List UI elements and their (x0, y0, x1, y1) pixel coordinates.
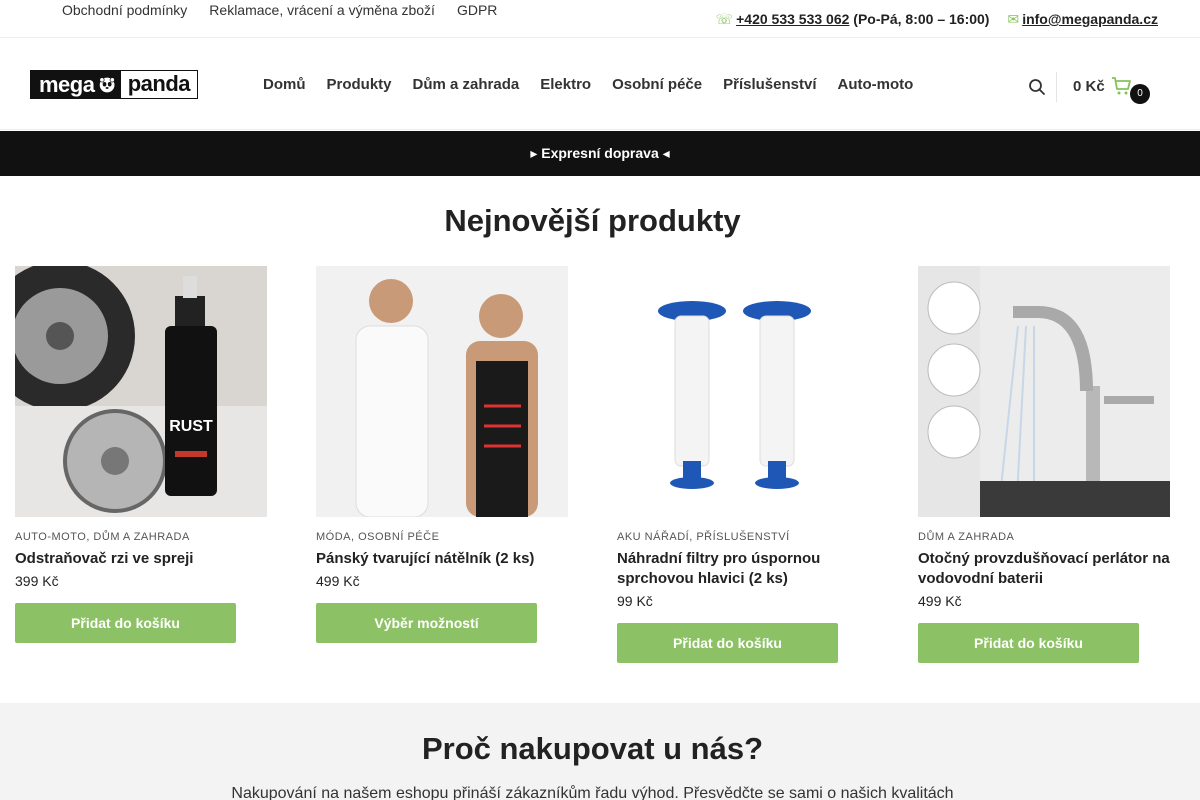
why-us-heading: Proč nakupovat u nás? (421, 731, 764, 766)
nav-accessories[interactable]: Příslušenství (723, 76, 816, 93)
header-divider (1056, 72, 1057, 102)
product-image-rust-spray[interactable]: RUST (15, 266, 267, 517)
add-to-cart-button[interactable]: Přidat do košíku (918, 623, 1139, 663)
product-title[interactable]: Otočný provzdušňovací perlátor na vodovo… (918, 549, 1170, 589)
main-nav: Domů Produkty Dům a zahrada Elektro Osob… (263, 76, 934, 93)
product-card: DŮM A ZAHRADA Otočný provzdušňovací perl… (918, 266, 1170, 663)
product-category[interactable]: AKU NÁŘADÍ, PŘÍSLUŠENSTVÍ (617, 531, 869, 543)
link-returns[interactable]: Reklamace, vrácení a výměna zboží (209, 2, 435, 18)
logo-text-panda: panda (120, 71, 197, 98)
product-title[interactable]: Náhradní filtry pro úspornou sprchovou h… (617, 549, 869, 589)
truck-icon: ▸ (530, 145, 538, 161)
link-gdpr[interactable]: GDPR (457, 2, 497, 18)
product-category[interactable]: MÓDA, OSOBNÍ PÉČE (316, 531, 568, 543)
rust-label: RUST (169, 418, 213, 435)
main-header: mega panda Domů Produkty Dům a zahrada E… (0, 38, 1200, 130)
site-logo[interactable]: mega panda (30, 70, 198, 99)
product-image-faucet-aerator[interactable] (918, 266, 1170, 517)
email-contact: ✉ info@megapanda.cz (1007, 11, 1158, 28)
phone-contact: ☏ +420 533 533 062 (Po-Pá, 8:00 – 16:00) (716, 11, 990, 28)
opening-hours: (Po-Pá, 8:00 – 16:00) (853, 11, 990, 27)
product-image-shapewear[interactable] (316, 266, 568, 517)
newest-products-heading: Nejnovější produkty (444, 203, 741, 238)
product-price: 499 Kč (316, 573, 360, 589)
panda-icon (99, 76, 116, 92)
add-to-cart-button[interactable]: Přidat do košíku (617, 623, 838, 663)
nav-home-garden[interactable]: Dům a zahrada (413, 76, 520, 93)
top-links: Obchodní podmínky Reklamace, vrácení a v… (62, 2, 519, 18)
search-icon[interactable] (1028, 78, 1046, 96)
phone-icon: ☏ (715, 11, 734, 27)
select-options-button[interactable]: Výběr možností (316, 603, 537, 643)
nav-electro[interactable]: Elektro (540, 76, 591, 93)
cart-count-badge: 0 (1130, 84, 1150, 104)
phone-link[interactable]: +420 533 533 062 (736, 11, 849, 27)
cart-button[interactable]: 0 Kč (1073, 76, 1133, 96)
nav-home[interactable]: Domů (263, 76, 306, 93)
product-price: 499 Kč (918, 593, 962, 609)
truck-icon-right: ◂ (662, 145, 670, 161)
product-card: MÓDA, OSOBNÍ PÉČE Pánský tvarující nátěl… (316, 266, 568, 643)
nav-products[interactable]: Produkty (327, 76, 392, 93)
cart-total: 0 Kč (1073, 77, 1105, 95)
nav-auto-moto[interactable]: Auto-moto (838, 76, 914, 93)
add-to-cart-button[interactable]: Přidat do košíku (15, 603, 236, 643)
product-category[interactable]: DŮM A ZAHRADA (918, 531, 1170, 543)
top-bar: Obchodní podmínky Reklamace, vrácení a v… (0, 0, 1200, 38)
email-icon: ✉ (1007, 11, 1020, 27)
contact-info: ☏ +420 533 533 062 (Po-Pá, 8:00 – 16:00) … (716, 11, 1158, 28)
product-image-shower-filters[interactable] (617, 266, 869, 517)
product-title[interactable]: Odstraňovač rzi ve spreji (15, 549, 267, 569)
product-price: 399 Kč (15, 573, 59, 589)
product-card: RUST AUTO-MOTO, DŮM A ZAHRADA Odstraňova… (15, 266, 267, 643)
link-terms[interactable]: Obchodní podmínky (62, 2, 187, 18)
banner-text: Expresní doprava (541, 145, 659, 161)
product-card: AKU NÁŘADÍ, PŘÍSLUŠENSTVÍ Náhradní filtr… (617, 266, 869, 663)
product-category[interactable]: AUTO-MOTO, DŮM A ZAHRADA (15, 531, 267, 543)
nav-personal-care[interactable]: Osobní péče (612, 76, 702, 93)
shipping-banner: ▸ Expresní doprava ◂ (0, 131, 1200, 176)
why-us-text: Nakupování na našem eshopu přináší zákaz… (231, 785, 954, 800)
logo-text-mega: mega (39, 71, 95, 97)
product-title[interactable]: Pánský tvarující nátělník (2 ks) (316, 549, 568, 569)
email-link[interactable]: info@megapanda.cz (1022, 11, 1158, 27)
product-price: 99 Kč (617, 593, 653, 609)
